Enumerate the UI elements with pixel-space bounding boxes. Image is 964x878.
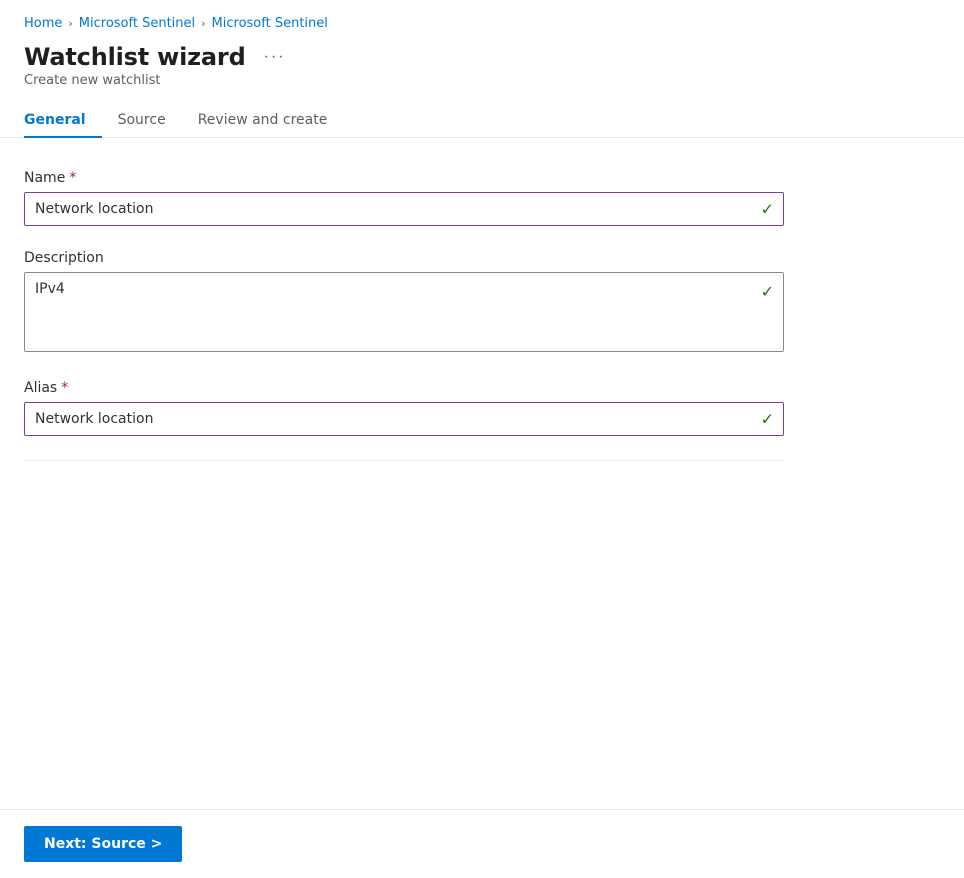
section-divider xyxy=(24,460,784,461)
breadcrumb-sentinel-2[interactable]: Microsoft Sentinel xyxy=(212,16,328,31)
description-textarea[interactable]: IPv4 xyxy=(24,272,784,352)
more-options-button[interactable]: ··· xyxy=(258,45,292,69)
alias-input[interactable] xyxy=(24,402,784,436)
next-source-button[interactable]: Next: Source > xyxy=(24,826,182,862)
breadcrumb-home[interactable]: Home xyxy=(24,16,62,31)
page-header: Watchlist wizard ··· xyxy=(0,39,964,71)
breadcrumb: Home › Microsoft Sentinel › Microsoft Se… xyxy=(0,0,964,39)
breadcrumb-sentinel-1[interactable]: Microsoft Sentinel xyxy=(79,16,195,31)
main-content: Name * ✓ Description IPv4 ✓ xyxy=(0,138,964,809)
tab-bar: General Source Review and create xyxy=(0,88,964,138)
description-label: Description xyxy=(24,250,784,266)
page-wrapper: Home › Microsoft Sentinel › Microsoft Se… xyxy=(0,0,964,878)
footer: Next: Source > xyxy=(0,809,964,878)
alias-input-wrapper: ✓ xyxy=(24,402,784,436)
tab-review-create[interactable]: Review and create xyxy=(182,104,344,138)
page-title: Watchlist wizard xyxy=(24,43,246,71)
alias-label: Alias * xyxy=(24,380,784,396)
name-form-group: Name * ✓ xyxy=(24,170,784,226)
description-form-group: Description IPv4 ✓ xyxy=(24,250,784,356)
name-input-wrapper: ✓ xyxy=(24,192,784,226)
breadcrumb-sep-2: › xyxy=(201,17,205,30)
alias-form-group: Alias * ✓ xyxy=(24,380,784,436)
name-required-star: * xyxy=(69,170,76,186)
alias-required-star: * xyxy=(61,380,68,396)
description-textarea-wrapper: IPv4 ✓ xyxy=(24,272,784,356)
breadcrumb-sep-1: › xyxy=(68,17,72,30)
name-label: Name * xyxy=(24,170,784,186)
tab-source[interactable]: Source xyxy=(102,104,182,138)
page-subtitle: Create new watchlist xyxy=(0,71,964,88)
form-section: Name * ✓ Description IPv4 ✓ xyxy=(24,170,784,461)
name-input[interactable] xyxy=(24,192,784,226)
tab-general[interactable]: General xyxy=(24,104,102,138)
